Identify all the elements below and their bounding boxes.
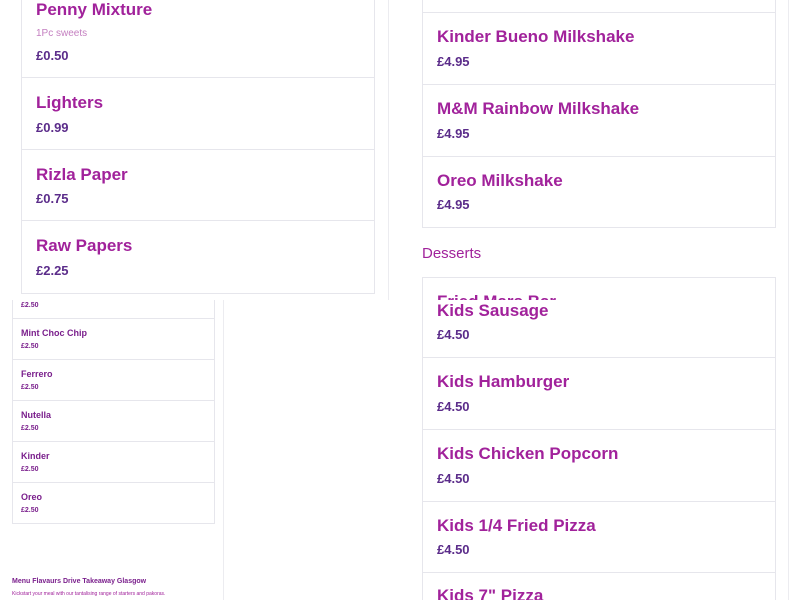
item-name: Kids Chicken Popcorn xyxy=(437,444,619,463)
item-name: Kinder xyxy=(21,451,50,461)
item-price: £4.95 xyxy=(437,126,470,141)
item-name: M&M Rainbow Milkshake xyxy=(437,99,640,118)
divider xyxy=(788,300,789,600)
item-price: £2.50 xyxy=(21,384,39,391)
item-name: Mint Choc Chip xyxy=(21,328,87,338)
item-price: £2.50 xyxy=(21,507,39,514)
item-name: Kids 7" Pizza xyxy=(437,586,544,600)
menu-item-card[interactable]: Kids 7" Pizza xyxy=(422,572,776,600)
divider xyxy=(788,0,789,300)
menu-item-card[interactable]: Kids 1/4 Fried Pizza £4.50 xyxy=(422,501,776,573)
item-name: Kids Sausage xyxy=(437,301,549,320)
item-name: Oreo xyxy=(21,492,43,502)
item-name: Rizla Paper xyxy=(36,165,128,184)
item-price: £4.50 xyxy=(437,471,470,486)
item-price: £2.25 xyxy=(36,263,69,278)
top-left-panel: Penny Mixture 1Pc sweets £0.50 Lighters … xyxy=(0,0,400,300)
menu-item-card[interactable]: Fried Mars Bar xyxy=(422,277,776,300)
item-price: £2.50 xyxy=(21,425,39,432)
divider xyxy=(223,300,224,600)
item-name: Lighters xyxy=(36,93,104,112)
item-price: £4.95 xyxy=(437,54,470,69)
menu-item-card[interactable]: Kinder Bueno Milkshake £4.95 xyxy=(422,12,776,85)
item-price: £4.50 xyxy=(437,542,470,557)
item-name: Fried Mars Bar xyxy=(437,292,556,300)
menu-item-card[interactable]: Kinder £2.50 xyxy=(12,441,215,483)
footer-title: Menu Flavaurs Drive Takeaway Glasgow xyxy=(12,578,147,585)
item-name: Nutella xyxy=(21,410,52,420)
menu-item-card[interactable]: Penny Mixture 1Pc sweets £0.50 xyxy=(21,0,375,78)
menu-item-card[interactable]: Rizla Paper £0.75 xyxy=(21,149,375,221)
menu-item-card[interactable]: Ferrero £2.50 xyxy=(12,359,215,401)
footer-subtitle: Kickstart your meal with our tantalising… xyxy=(12,591,166,597)
item-price: £2.50 xyxy=(21,343,39,350)
top-right-panel: Kinder Bueno Milkshake £4.95 M&M Rainbow… xyxy=(400,0,800,300)
item-price: £4.50 xyxy=(437,399,470,414)
item-description: 1Pc sweets xyxy=(36,28,88,39)
divider xyxy=(388,0,389,300)
item-price: £2.50 xyxy=(21,302,39,309)
bottom-left-panel: £2.50 Mint Choc Chip £2.50 Ferrero £2.50… xyxy=(0,300,400,600)
menu-item-card[interactable]: Oreo £2.50 xyxy=(12,482,215,524)
item-name: Kinder Bueno Milkshake xyxy=(437,27,635,46)
menu-item-card[interactable]: Lighters £0.99 xyxy=(21,77,375,150)
item-name: Penny Mixture xyxy=(36,0,153,19)
section-heading: Desserts xyxy=(422,245,482,262)
menu-item-card[interactable]: Nutella £2.50 xyxy=(12,400,215,442)
menu-item-card[interactable]: Raw Papers £2.25 xyxy=(21,220,375,294)
item-price: £0.75 xyxy=(36,191,69,206)
menu-item-card[interactable]: Mint Choc Chip £2.50 xyxy=(12,318,215,360)
item-name: Ferrero xyxy=(21,369,53,379)
menu-item-card[interactable]: Kids Chicken Popcorn £4.50 xyxy=(422,429,776,502)
item-name: Kids Hamburger xyxy=(437,372,570,391)
item-price: £4.50 xyxy=(437,327,470,342)
bottom-right-panel: Kids Sausage £4.50 Kids Hamburger £4.50 … xyxy=(400,300,800,600)
item-price: £2.50 xyxy=(21,466,39,473)
item-name: Kids 1/4 Fried Pizza xyxy=(437,516,596,535)
menu-item-card[interactable]: Oreo Milkshake £4.95 xyxy=(422,156,776,228)
item-price: £0.99 xyxy=(36,120,69,135)
item-price: £4.95 xyxy=(437,197,470,212)
menu-item-card[interactable]: M&M Rainbow Milkshake £4.95 xyxy=(422,84,776,157)
item-price: £0.50 xyxy=(36,48,69,63)
item-name: Oreo Milkshake xyxy=(437,171,563,190)
menu-item-card[interactable]: Kids Sausage £4.50 xyxy=(422,300,776,358)
item-name: Raw Papers xyxy=(36,236,133,255)
menu-item-card[interactable]: Kids Hamburger £4.50 xyxy=(422,357,776,430)
menu-item-card[interactable]: £2.50 xyxy=(12,300,215,319)
